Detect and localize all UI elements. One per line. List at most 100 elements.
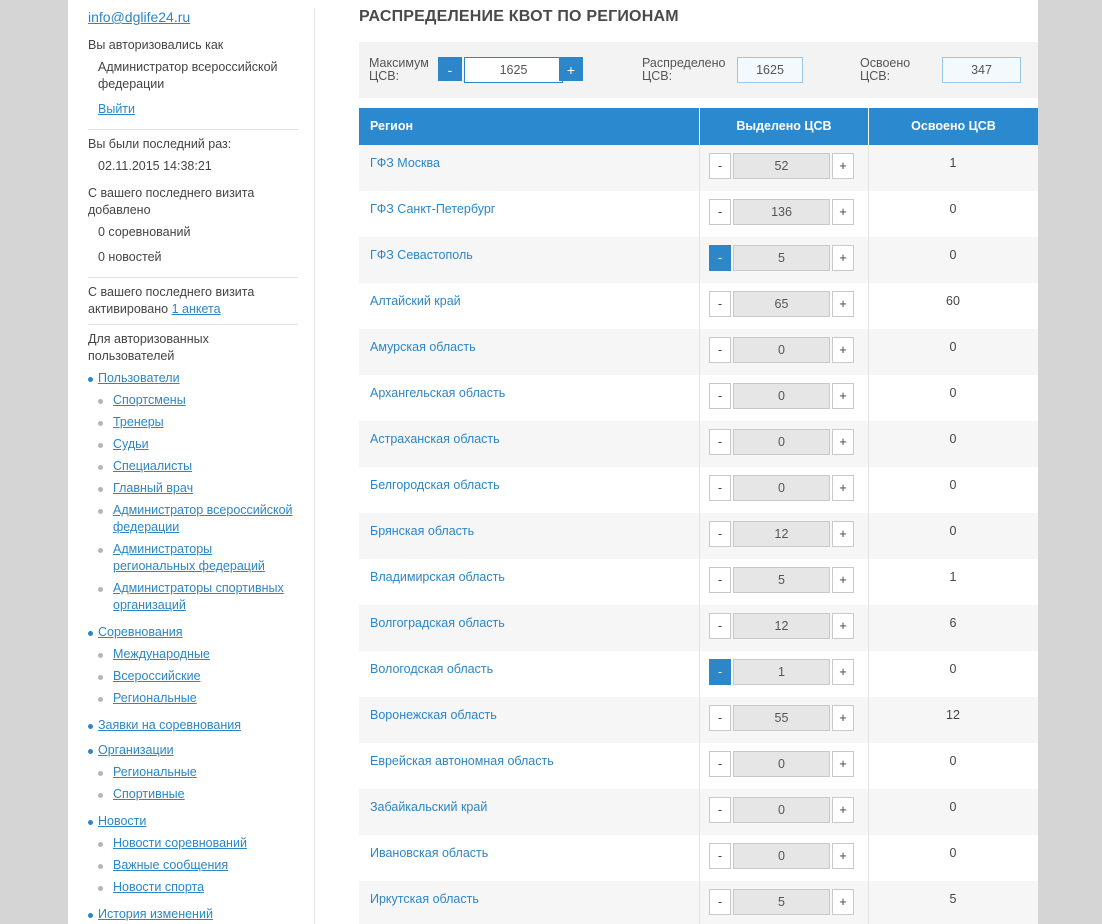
nav-sport-orgs[interactable]: Спортивные: [113, 786, 303, 803]
nav-admin-federation[interactable]: Администратор всероссийской федерации: [113, 502, 303, 536]
email-link[interactable]: info@dglife24.ru: [88, 9, 190, 25]
allocated-quota-input[interactable]: [733, 797, 830, 823]
nav-sport-news[interactable]: Новости спорта: [113, 879, 303, 896]
region-link[interactable]: Волгоградская область: [370, 616, 505, 630]
decrement-button[interactable]: -: [709, 797, 731, 823]
region-link[interactable]: ГФЗ Санкт-Петербург: [370, 202, 495, 216]
allocated-quota-input[interactable]: [733, 245, 830, 271]
increment-button[interactable]: +: [832, 567, 854, 593]
region-link[interactable]: Воронежская область: [370, 708, 497, 722]
allocated-quota-input[interactable]: [733, 567, 830, 593]
increment-button[interactable]: +: [832, 705, 854, 731]
region-link[interactable]: Белгородская область: [370, 478, 500, 492]
region-link[interactable]: ГФЗ Севастополь: [370, 248, 473, 262]
increment-button[interactable]: +: [832, 383, 854, 409]
decrement-button[interactable]: -: [709, 705, 731, 731]
increment-button[interactable]: +: [832, 797, 854, 823]
allocated-quota-input[interactable]: [733, 291, 830, 317]
increment-button[interactable]: +: [832, 521, 854, 547]
logout-link[interactable]: Выйти: [98, 102, 135, 116]
decrement-button[interactable]: -: [709, 199, 731, 225]
nav-users[interactable]: Пользователи: [98, 370, 180, 387]
increment-button[interactable]: +: [832, 659, 854, 685]
increment-button[interactable]: +: [832, 843, 854, 869]
nav-news[interactable]: Новости: [98, 813, 146, 830]
region-link[interactable]: ГФЗ Москва: [370, 156, 440, 170]
max-decrement-button[interactable]: -: [438, 57, 462, 81]
region-link[interactable]: Иркутская область: [370, 892, 479, 906]
nav-history[interactable]: История изменений: [98, 906, 213, 923]
allocated-quota-input[interactable]: [733, 843, 830, 869]
region-link[interactable]: Брянская область: [370, 524, 474, 538]
nav-judges[interactable]: Судьи: [113, 436, 303, 453]
nav-specialists[interactable]: Специалисты: [113, 458, 303, 475]
increment-button[interactable]: +: [832, 199, 854, 225]
region-link[interactable]: Еврейская автономная область: [370, 754, 554, 768]
increment-button[interactable]: +: [832, 337, 854, 363]
increment-button[interactable]: +: [832, 751, 854, 777]
allocated-quota-input[interactable]: [733, 705, 830, 731]
allocated-quota-input[interactable]: [733, 751, 830, 777]
region-link[interactable]: Забайкальский край: [370, 800, 487, 814]
nav-coaches[interactable]: Тренеры: [113, 414, 303, 431]
nav-competitions[interactable]: Соревнования: [98, 624, 183, 641]
allocated-quota-input[interactable]: [733, 383, 830, 409]
allocated-quota-input[interactable]: [733, 613, 830, 639]
increment-button[interactable]: +: [832, 475, 854, 501]
allocated-quota-input[interactable]: [733, 429, 830, 455]
nav-competition-news[interactable]: Новости соревнований: [113, 835, 303, 852]
nav-athletes[interactable]: Спортсмены: [113, 392, 303, 409]
nav-all-russian[interactable]: Всероссийские: [113, 668, 303, 685]
increment-button[interactable]: +: [832, 153, 854, 179]
allocated-quota-input[interactable]: [733, 659, 830, 685]
used-quota-value: 0: [949, 478, 957, 492]
region-link[interactable]: Ивановская область: [370, 846, 488, 860]
region-link[interactable]: Владимирская область: [370, 570, 505, 584]
increment-button[interactable]: +: [832, 613, 854, 639]
activated-profile-link[interactable]: 1 анкета: [172, 302, 221, 316]
decrement-button[interactable]: -: [709, 383, 731, 409]
decrement-button[interactable]: -: [709, 475, 731, 501]
decrement-button[interactable]: -: [709, 843, 731, 869]
max-quota-input[interactable]: [464, 57, 563, 83]
allocated-quota-input[interactable]: [733, 521, 830, 547]
increment-button[interactable]: +: [832, 429, 854, 455]
nav-international[interactable]: Международные: [113, 646, 303, 663]
region-link[interactable]: Алтайский край: [370, 294, 461, 308]
nav-regional-orgs[interactable]: Региональные: [113, 764, 303, 781]
increment-button[interactable]: +: [832, 291, 854, 317]
decrement-button[interactable]: -: [709, 429, 731, 455]
allocated-quota-input[interactable]: [733, 153, 830, 179]
decrement-button[interactable]: -: [709, 567, 731, 593]
increment-button[interactable]: +: [832, 245, 854, 271]
allocated-quota-input[interactable]: [733, 199, 830, 225]
region-link[interactable]: Архангельская область: [370, 386, 505, 400]
decrement-button[interactable]: -: [709, 659, 731, 685]
allocated-quota-input[interactable]: [733, 337, 830, 363]
decrement-button[interactable]: -: [709, 613, 731, 639]
allocated-quota-input[interactable]: [733, 889, 830, 915]
bullet-icon: [88, 749, 93, 754]
allocated-quota-input[interactable]: [733, 475, 830, 501]
decrement-button[interactable]: -: [709, 521, 731, 547]
nav-organizations[interactable]: Организации: [98, 742, 174, 759]
max-increment-button[interactable]: +: [559, 57, 583, 81]
cell-divider: [699, 789, 700, 835]
region-link[interactable]: Вологодская область: [370, 662, 493, 676]
decrement-button[interactable]: -: [709, 337, 731, 363]
nav-chief-doctor[interactable]: Главный врач: [113, 480, 303, 497]
region-link[interactable]: Астраханская область: [370, 432, 500, 446]
decrement-button[interactable]: -: [709, 751, 731, 777]
decrement-button[interactable]: -: [709, 889, 731, 915]
region-link[interactable]: Амурская область: [370, 340, 476, 354]
nav-admin-regional[interactable]: Администраторы региональных федераций: [113, 541, 303, 575]
nav-important-messages[interactable]: Важные сообщения: [113, 857, 303, 874]
increment-button[interactable]: +: [832, 889, 854, 915]
decrement-button[interactable]: -: [709, 245, 731, 271]
decrement-button[interactable]: -: [709, 291, 731, 317]
nav-applications[interactable]: Заявки на соревнования: [98, 717, 241, 734]
used-quota-value: 0: [949, 340, 957, 354]
decrement-button[interactable]: -: [709, 153, 731, 179]
nav-regional-competitions[interactable]: Региональные: [113, 690, 303, 707]
nav-admin-org[interactable]: Администраторы спортивных организаций: [113, 580, 303, 614]
